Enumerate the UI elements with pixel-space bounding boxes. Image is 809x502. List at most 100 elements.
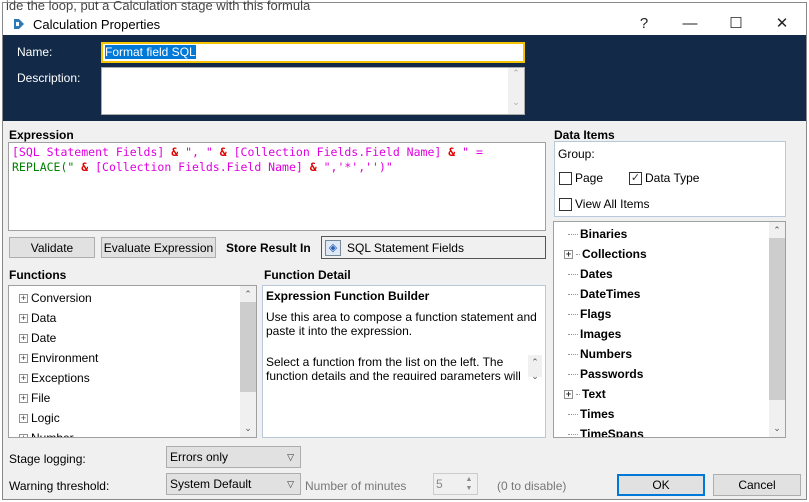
data-item-group[interactable]: + Collections: [564, 244, 647, 264]
stage-logging-value: Errors only: [170, 450, 229, 464]
ok-button[interactable]: OK: [617, 474, 705, 496]
data-item-group-label: Times: [580, 407, 615, 421]
function-category-label: Number: [31, 431, 74, 438]
stage-logging-label: Stage logging:: [9, 452, 86, 466]
checkmark-icon: ✓: [629, 171, 642, 185]
view-all-items-checkbox[interactable]: View All Items: [559, 197, 649, 211]
function-category-label: Environment: [31, 351, 99, 365]
name-label: Name:: [17, 45, 53, 59]
window-title: Calculation Properties: [33, 17, 161, 32]
expand-icon[interactable]: +: [19, 293, 28, 303]
store-result-field[interactable]: ◈ SQL Statement Fields: [321, 236, 546, 259]
expand-icon[interactable]: +: [19, 333, 28, 343]
data-item-group[interactable]: Images: [564, 324, 621, 344]
data-item-group-label: Numbers: [580, 347, 633, 361]
function-category-label: Exceptions: [31, 371, 90, 385]
data-item-group[interactable]: + Text: [564, 384, 606, 404]
data-item-group-label: Images: [580, 327, 622, 341]
expression-token: [Collection Fields.Field Name]: [95, 160, 303, 174]
validate-button[interactable]: Validate: [9, 237, 95, 258]
description-label: Description:: [17, 71, 81, 85]
expression-token: &: [164, 145, 186, 159]
functions-scrollbar[interactable]: ⌃ ⌄: [240, 286, 256, 437]
evaluate-expression-button[interactable]: Evaluate Expression: [101, 237, 216, 258]
chevron-down-icon: ▽: [287, 451, 294, 462]
function-category-label: Data: [31, 311, 57, 325]
minutes-value: 5: [436, 477, 443, 491]
data-item-group[interactable]: Flags: [564, 304, 611, 324]
page-checkbox[interactable]: Page: [559, 171, 603, 185]
view-all-label: View All Items: [575, 197, 650, 211]
data-type-checkbox[interactable]: ✓ Data Type: [629, 171, 699, 185]
expression-token: &: [212, 145, 234, 159]
help-button[interactable]: ?: [621, 11, 667, 35]
data-item-group[interactable]: Times: [564, 404, 614, 424]
function-detail-panel: Expression Function Builder Use this are…: [262, 285, 546, 438]
function-category[interactable]: + Number: [19, 428, 74, 438]
checkbox-icon: [559, 171, 572, 185]
expand-icon[interactable]: +: [19, 393, 28, 403]
expression-token: &: [74, 160, 96, 174]
functions-tree[interactable]: ⌃ ⌄ + Conversion + Data + Date + Environment + Ex…: [8, 285, 257, 438]
data-item-group-label: DateTimes: [580, 287, 641, 301]
expression-token: ", ": [185, 145, 213, 159]
data-item-group[interactable]: Passwords: [564, 364, 643, 384]
function-detail-hint-text: Select a function from the list on the l…: [266, 355, 521, 380]
expand-icon[interactable]: +: [564, 249, 573, 259]
scroll-thumb[interactable]: [240, 302, 256, 392]
close-button[interactable]: ✕: [759, 11, 805, 35]
data-item-group-label: Flags: [580, 307, 612, 321]
expression-token: " =: [462, 145, 483, 159]
data-item-group[interactable]: Dates: [564, 264, 613, 284]
warning-threshold-value: System Default: [170, 477, 252, 491]
function-category[interactable]: + Date: [19, 328, 56, 348]
stage-logging-select[interactable]: Errors only ▽: [166, 446, 301, 468]
expression-line-1: [SQL Statement Fields] & ", " & [Collect…: [12, 145, 542, 160]
minutes-label: Number of minutes: [305, 479, 407, 493]
data-items-tree[interactable]: ⌃ ⌄ Binaries + Collections Dates DateTimes Fl…: [553, 221, 786, 438]
scroll-thumb[interactable]: [769, 238, 785, 400]
expand-icon[interactable]: +: [564, 389, 573, 399]
maximize-button[interactable]: ☐: [713, 11, 759, 35]
function-category-label: Logic: [31, 411, 60, 425]
expression-token: [SQL Statement Fields]: [12, 145, 165, 159]
function-category[interactable]: + File: [19, 388, 50, 408]
cancel-button[interactable]: Cancel: [713, 474, 801, 496]
expand-icon[interactable]: +: [19, 433, 28, 437]
app-icon: [14, 19, 24, 29]
name-input[interactable]: Format field SQL: [101, 42, 525, 63]
data-item-group[interactable]: TimeSpans: [564, 424, 644, 437]
description-scrollbar[interactable]: ⌃ ⌄: [508, 68, 524, 114]
minimize-button[interactable]: —: [667, 11, 713, 35]
function-category[interactable]: + Conversion: [19, 288, 92, 308]
function-category-label: Conversion: [31, 291, 92, 305]
expand-icon[interactable]: +: [19, 313, 28, 323]
data-item-group-label: Binaries: [580, 227, 628, 241]
functions-label: Functions: [9, 268, 67, 282]
data-item-group[interactable]: DateTimes: [564, 284, 640, 304]
expression-token: &: [302, 160, 324, 174]
data-items-scrollbar[interactable]: ⌃ ⌄: [769, 222, 785, 437]
function-detail-hint: Select a function from the list on the l…: [266, 355, 542, 380]
function-category-label: File: [31, 391, 51, 405]
function-category[interactable]: + Logic: [19, 408, 60, 428]
data-item-group[interactable]: Numbers: [564, 344, 632, 364]
data-item-group[interactable]: Binaries: [564, 224, 627, 244]
data-items-label: Data Items: [554, 128, 615, 142]
expression-token: REPLACE(": [12, 160, 75, 174]
function-category[interactable]: + Data: [19, 308, 56, 328]
expand-icon[interactable]: +: [19, 373, 28, 383]
store-result-value: SQL Statement Fields: [347, 240, 464, 255]
expression-line-2: REPLACE(" & [Collection Fields.Field Nam…: [12, 160, 542, 175]
function-category[interactable]: + Environment: [19, 348, 98, 368]
expand-icon[interactable]: +: [19, 413, 28, 423]
warning-threshold-select[interactable]: System Default ▽: [166, 473, 301, 495]
data-item-group-label: Dates: [580, 267, 613, 281]
expand-icon[interactable]: +: [19, 353, 28, 363]
spinner-arrows-icon[interactable]: ▲ ▼: [462, 475, 476, 493]
expression-editor[interactable]: [SQL Statement Fields] & ", " & [Collect…: [8, 142, 546, 231]
description-textarea[interactable]: ⌃ ⌄: [101, 67, 525, 115]
header-panel: Name: Format field SQL Description: ⌃ ⌄: [3, 35, 806, 121]
minutes-spinner[interactable]: 5 ▲ ▼: [433, 473, 478, 495]
function-category[interactable]: + Exceptions: [19, 368, 90, 388]
